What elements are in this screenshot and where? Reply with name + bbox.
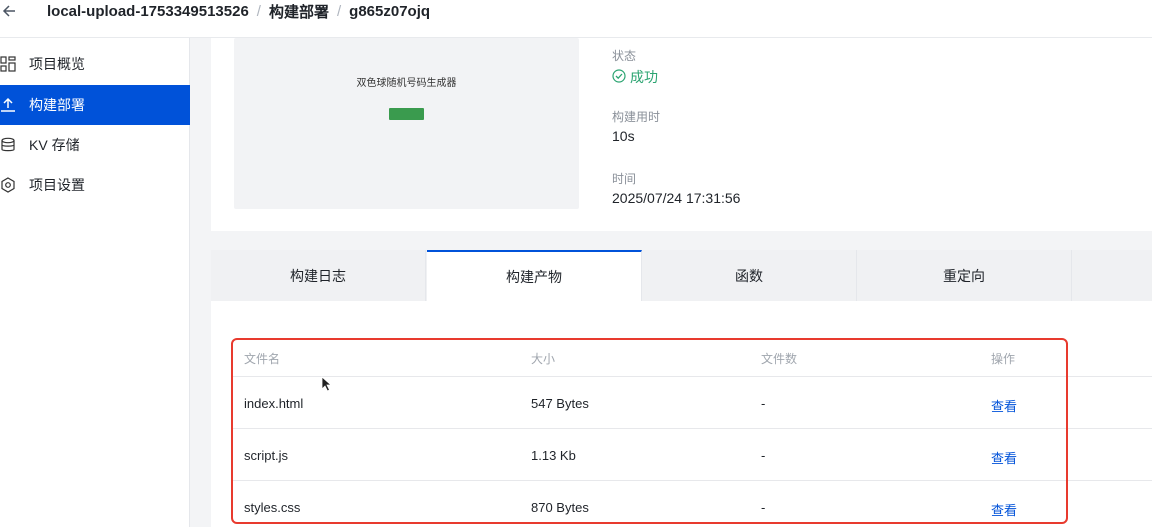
sidebar-item-label: 项目设置 — [29, 177, 85, 193]
sidebar-item-project-settings[interactable]: 项目设置 — [0, 165, 190, 205]
overview-grid-icon — [0, 56, 16, 72]
column-header-filename: 文件名 — [244, 352, 281, 366]
top-bar: local-upload-1753349513526 / 构建部署 / g865… — [0, 0, 1152, 38]
status-label: 状态 — [612, 49, 637, 63]
view-link[interactable]: 查看 — [991, 500, 1017, 519]
column-header-size: 大小 — [531, 352, 556, 366]
database-icon — [0, 137, 16, 153]
time-value: 2025/07/24 17:31:56 — [612, 190, 741, 206]
sidebar-item-build-deploy[interactable]: 构建部署 — [0, 85, 190, 125]
column-header-actions: 操作 — [991, 352, 1016, 366]
file-count: - — [761, 500, 766, 515]
duration-label: 构建用时 — [612, 110, 661, 124]
file-name: styles.css — [244, 500, 301, 515]
sidebar-item-kv-storage[interactable]: KV 存储 — [0, 125, 190, 165]
breadcrumb-current: g865z07ojq — [349, 3, 431, 20]
file-name: index.html — [244, 396, 304, 411]
column-header-file-count: 文件数 — [761, 352, 798, 366]
file-size: 870 Bytes — [531, 500, 589, 515]
file-size: 547 Bytes — [531, 396, 589, 411]
tab-functions[interactable]: 函数 — [642, 250, 857, 301]
tab-build-log[interactable]: 构建日志 — [211, 250, 426, 301]
view-link[interactable]: 查看 — [991, 448, 1017, 467]
sidebar: 项目概览 构建部署 KV 存储 项目设置 — [0, 38, 190, 527]
breadcrumb-section[interactable]: 构建部署 — [269, 1, 329, 22]
table-row: styles.css 870 Bytes - 查看 — [232, 480, 1152, 532]
sidebar-item-label: KV 存储 — [29, 137, 80, 153]
sidebar-item-overview[interactable]: 项目概览 — [0, 44, 190, 84]
settings-icon — [0, 177, 16, 193]
duration-value: 10s — [612, 128, 635, 144]
view-link[interactable]: 查看 — [991, 396, 1017, 415]
file-size: 1.13 Kb — [531, 448, 576, 463]
preview-title: 双色球随机号码生成器 — [356, 78, 457, 89]
upload-icon — [0, 97, 16, 113]
breadcrumb-project[interactable]: local-upload-1753349513526 — [47, 3, 249, 20]
main-content: 双色球随机号码生成器 状态 成功 构建用时 10s 时间 2025/07/24 … — [190, 38, 1152, 527]
table-row: script.js 1.13 Kb - 查看 — [232, 428, 1152, 480]
site-preview-thumbnail[interactable]: 双色球随机号码生成器 — [234, 38, 579, 209]
check-circle-icon — [612, 68, 626, 86]
status-badge: 成功 — [612, 67, 658, 87]
tab-redirects[interactable]: 重定向 — [857, 250, 1072, 301]
time-label: 时间 — [612, 172, 637, 186]
table-row: index.html 547 Bytes - 查看 — [232, 376, 1152, 428]
sidebar-item-label: 项目概览 — [29, 56, 85, 72]
table-header: 文件名 大小 文件数 操作 — [232, 342, 1152, 376]
mouse-cursor-icon — [321, 376, 333, 392]
deployment-summary-card: 双色球随机号码生成器 状态 成功 构建用时 10s 时间 2025/07/24 … — [211, 38, 1152, 231]
breadcrumb-separator: / — [256, 3, 261, 20]
status-value: 成功 — [630, 69, 658, 85]
breadcrumb: local-upload-1753349513526 / 构建部署 / g865… — [47, 1, 430, 22]
preview-button — [389, 108, 424, 120]
tab-build-artifacts[interactable]: 构建产物 — [427, 250, 642, 301]
file-name: script.js — [244, 448, 289, 463]
arrow-left-icon[interactable] — [2, 0, 22, 22]
build-details-card: 构建日志 构建产物 函数 重定向 文件名 大小 文件数 操作 index.htm… — [211, 250, 1152, 527]
file-count: - — [761, 448, 766, 463]
file-count: - — [761, 396, 766, 411]
breadcrumb-separator: / — [336, 3, 342, 20]
tab-bar: 构建日志 构建产物 函数 重定向 — [211, 250, 1152, 301]
sidebar-item-label: 构建部署 — [29, 97, 85, 113]
